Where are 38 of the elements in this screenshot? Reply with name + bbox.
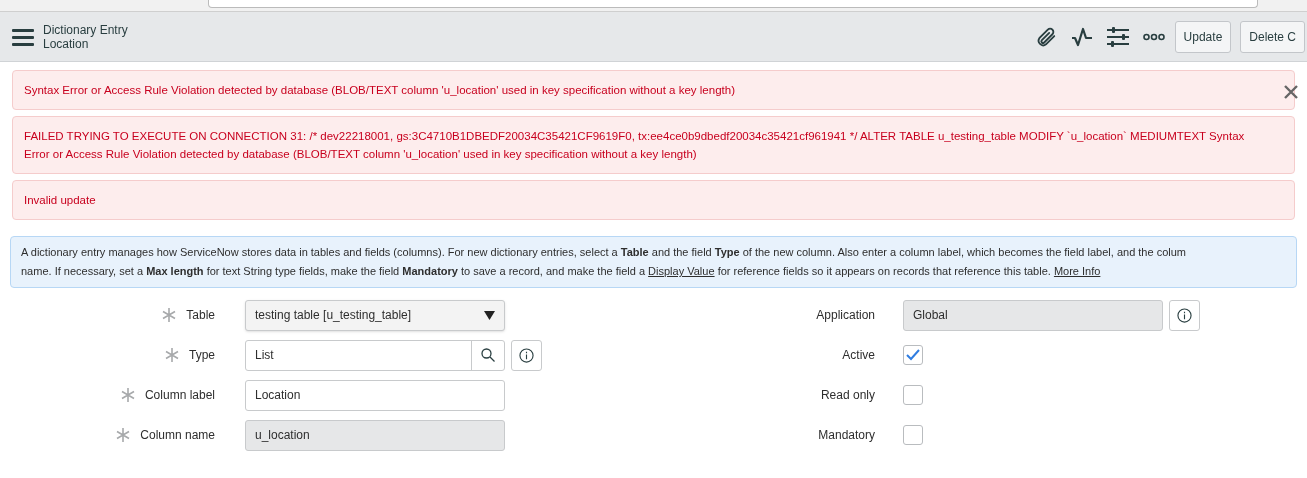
field-label: Mandatory (818, 427, 875, 444)
info-icon (519, 347, 534, 363)
error-text: Invalid update (24, 194, 96, 206)
info-button[interactable] (1169, 299, 1200, 331)
info-button[interactable] (511, 339, 542, 371)
info-text: for reference fields so it appears on records that reference this table. (717, 265, 1051, 277)
toolbar-button[interactable]: Update (1174, 20, 1232, 53)
error-text: Syntax Error or Access Rule Violation detected by database (BLOB/TEXT column 'u_location' used in key specification without a key length) (24, 84, 735, 96)
text-field[interactable]: u_location (245, 419, 505, 451)
more-icon[interactable] (1142, 32, 1165, 41)
error-text: FAILED TRYING TO EXECUTE ON CONNECTION 31: /* dev22218001, gs:3C4710B1DBEDF20034C35421CF9619F0, tx:ee4ce0b9dbedf20034c35421cf961941 */ ALTER TABLE u_testing_table MODIFY `u_location` MEDIUMTEXT Syntax Error or Access Rule Violation detected by database (BLOB/TEXT column 'u_location' used in key specification without a key length) (24, 130, 1245, 160)
info-link[interactable]: Display Value (648, 265, 715, 277)
checkbox[interactable] (903, 345, 923, 365)
checkbox[interactable] (903, 385, 923, 405)
menu-icon[interactable] (12, 27, 34, 46)
select-field[interactable]: testing table [u_testing_table] (245, 299, 505, 331)
sliders-icon[interactable] (1106, 25, 1129, 48)
field-label: Column name (140, 427, 215, 444)
close-icon[interactable] (1284, 85, 1298, 99)
field-label: Application (816, 307, 875, 324)
text-field[interactable]: Global (903, 299, 1163, 331)
field-label: Column label (144, 387, 215, 404)
dropdown-arrow-icon (484, 310, 495, 320)
record-name: Location (43, 36, 89, 51)
reference-field[interactable]: List (245, 339, 505, 371)
page-title: Dictionary Entry (43, 22, 128, 37)
info-link[interactable]: More Info (1053, 265, 1101, 277)
activity-icon[interactable] (1070, 26, 1093, 47)
field-label: Read only (820, 387, 875, 404)
field-label: Type (189, 347, 215, 364)
text-field[interactable]: Location (245, 379, 505, 411)
field-label: Active (842, 347, 875, 364)
info-text: name. If necessary, set a Max length for text String type fields, make the field Mandatory to save a record, and make the field a (21, 265, 646, 277)
info-text: A dictionary entry manages how ServiceNow stores data in tables and fields (columns). For new dictionary entries, select a Table and the field Type of the new column. Also enter a column label, which becomes the field label, and the colum (21, 246, 1186, 258)
toolbar-button[interactable]: Delete C (1240, 20, 1305, 53)
checkbox[interactable] (903, 425, 923, 445)
field-label: Table (186, 307, 215, 324)
info-icon (1177, 307, 1192, 323)
